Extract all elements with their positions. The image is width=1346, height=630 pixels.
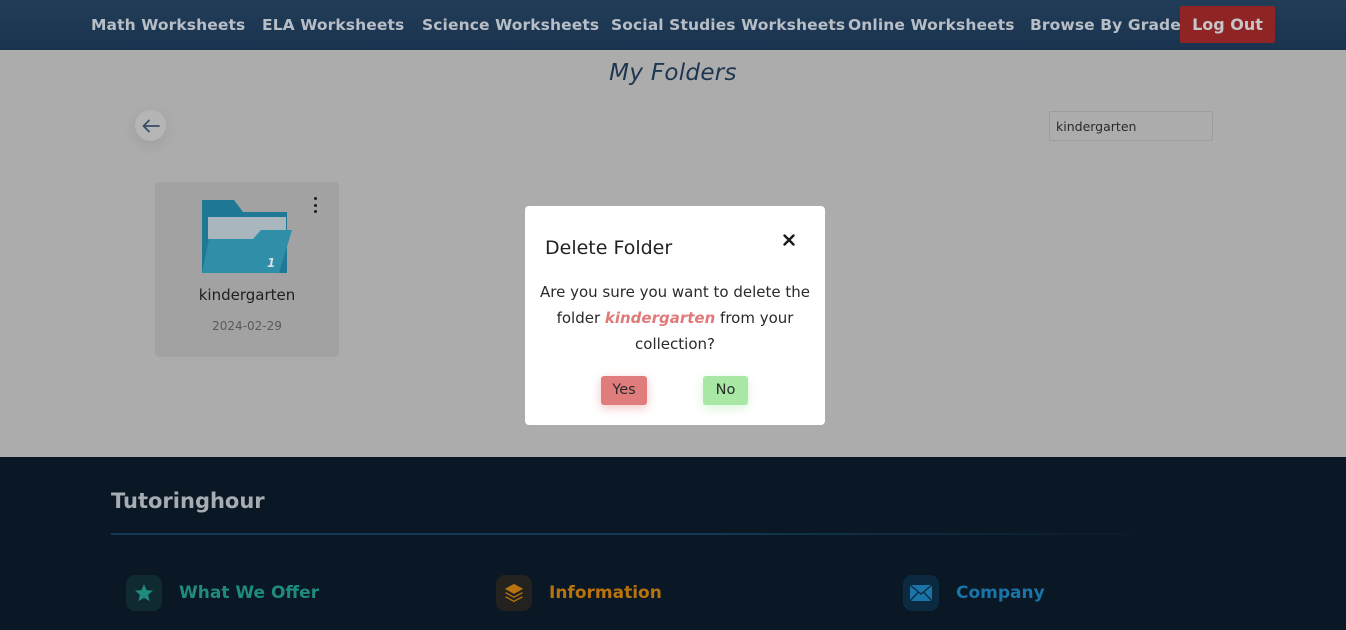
search-input[interactable] (1049, 111, 1213, 141)
layers-icon (496, 575, 532, 611)
folder-date: 2024-02-29 (212, 319, 282, 333)
folder-name: kindergarten (198, 286, 296, 304)
folder-item-count: 1 (267, 256, 275, 270)
nav-browse-by-grade[interactable]: Browse By Grade (1030, 0, 1181, 50)
modal-message: Are you sure you want to delete the fold… (537, 279, 813, 357)
highlighted-folder-name: kindergarten (604, 309, 716, 327)
cancel-no-button[interactable]: No (703, 376, 748, 405)
close-icon (783, 234, 795, 246)
star-icon (126, 575, 162, 611)
nav-science-worksheets[interactable]: Science Worksheets (422, 0, 599, 50)
footer-label-information: Information (549, 583, 662, 603)
folder-icon: 1 (202, 200, 292, 273)
confirm-yes-button[interactable]: Yes (601, 376, 647, 405)
folder-card[interactable]: 1 kindergarten 2024-02-29 (155, 182, 339, 357)
footer: Tutoringhour What We Offer Information C… (0, 457, 1346, 630)
footer-information[interactable]: Information (496, 575, 662, 611)
modal-title: Delete Folder (545, 237, 673, 259)
footer-divider (111, 533, 1171, 535)
back-button[interactable] (135, 110, 166, 141)
top-navigation: Math Worksheets ELA Worksheets Science W… (0, 0, 1346, 50)
footer-what-we-offer[interactable]: What We Offer (126, 575, 319, 611)
footer-label-what-we-offer: What We Offer (179, 583, 320, 603)
nav-social-studies-worksheets[interactable]: Social Studies Worksheets (611, 0, 845, 50)
delete-folder-modal: Delete Folder Are you sure you want to d… (525, 206, 825, 425)
nav-ela-worksheets[interactable]: ELA Worksheets (262, 0, 404, 50)
logout-button[interactable]: Log Out (1180, 6, 1275, 43)
footer-label-company: Company (956, 583, 1045, 603)
nav-math-worksheets[interactable]: Math Worksheets (91, 0, 245, 50)
nav-online-worksheets[interactable]: Online Worksheets (848, 0, 1015, 50)
folder-options-icon[interactable] (309, 195, 321, 215)
footer-company[interactable]: Company (903, 575, 1045, 611)
envelope-icon (903, 575, 939, 611)
footer-brand: Tutoringhour (111, 489, 265, 513)
close-button[interactable] (780, 231, 798, 249)
arrow-left-icon (142, 119, 160, 132)
page-title: My Folders (609, 60, 737, 86)
